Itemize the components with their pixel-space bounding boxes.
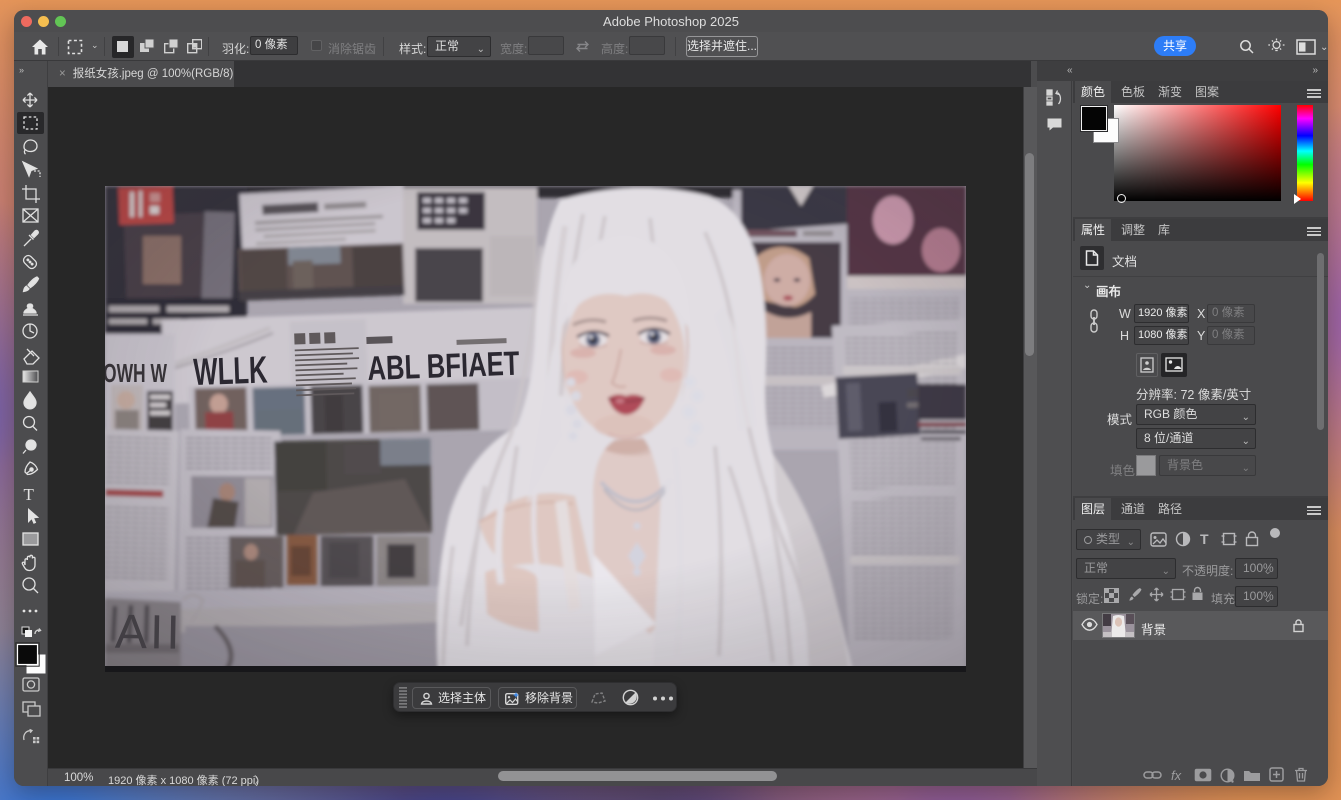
svg-text:»: » (19, 65, 24, 75)
svg-text:T: T (24, 485, 35, 504)
